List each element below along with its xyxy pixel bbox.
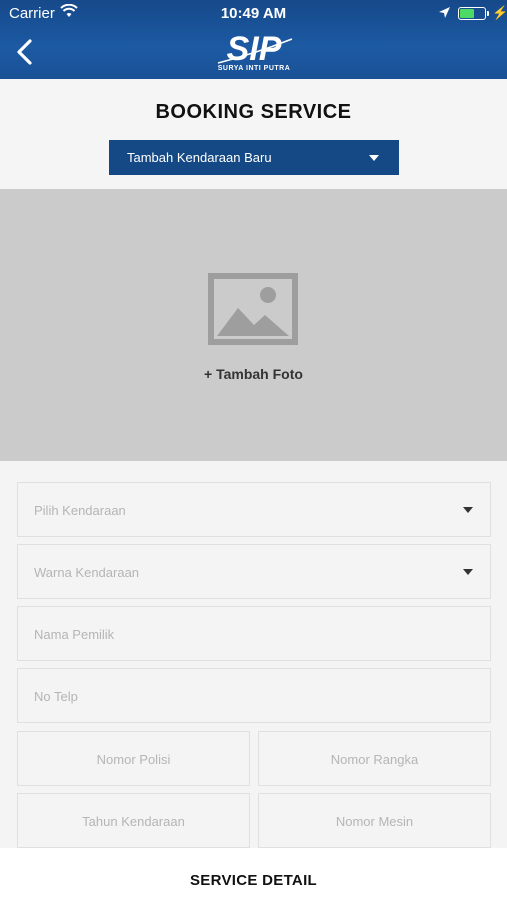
service-detail-bar[interactable]: SERVICE DETAIL <box>0 848 507 900</box>
service-detail-label: SERVICE DETAIL <box>190 872 317 889</box>
charging-icon: ⚡ <box>492 5 507 20</box>
vehicle-year-input[interactable]: Tahun Kendaraan <box>17 793 250 848</box>
back-button[interactable] <box>14 38 36 66</box>
owner-name-input[interactable]: Nama Pemilik <box>17 606 491 661</box>
page-title: BOOKING SERVICE <box>155 101 352 123</box>
battery-level <box>460 9 474 18</box>
clock: 10:49 AM <box>220 5 287 22</box>
license-plate-input[interactable]: Nomor Polisi <box>17 731 250 786</box>
sip-logo-letters: SIP <box>227 30 282 66</box>
vehicle-color-select[interactable]: Warna Kendaraan <box>17 544 491 599</box>
sip-logo: SIP SURYA INTI PUTRA <box>212 30 296 76</box>
vehicle-select[interactable]: Pilih Kendaraan <box>17 482 491 537</box>
owner-name-placeholder: Nama Pemilik <box>34 627 115 642</box>
logo-caption: SURYA INTI PUTRA <box>217 65 291 72</box>
vehicle-select-placeholder: Pilih Kendaraan <box>34 503 126 518</box>
caret-down-icon <box>463 507 473 513</box>
caret-down-icon <box>463 569 473 575</box>
license-plate-placeholder: Nomor Polisi <box>96 752 171 767</box>
vehicle-year-placeholder: Tahun Kendaraan <box>82 814 185 829</box>
image-placeholder-icon <box>208 273 298 345</box>
battery-icon <box>458 7 489 20</box>
add-photo-button[interactable]: + Tambah Foto <box>0 366 507 382</box>
status-bar: Carrier 10:49 AM ⚡ <box>0 0 507 28</box>
vehicle-type-value: Tambah Kendaraan Baru <box>127 150 272 165</box>
sip-logo-mark: SIP <box>217 30 293 68</box>
vehicle-type-dropdown[interactable]: Tambah Kendaraan Baru <box>109 140 399 175</box>
chevron-left-icon <box>17 39 32 65</box>
engine-number-placeholder: Nomor Mesin <box>335 814 414 829</box>
chassis-number-input[interactable]: Nomor Rangka <box>258 731 491 786</box>
phone-input[interactable]: No Telp <box>17 668 491 723</box>
app-header: Carrier 10:49 AM ⚡ SIP SURYA INTI PUTRA <box>0 0 507 79</box>
caret-down-icon <box>369 155 379 161</box>
chassis-number-placeholder: Nomor Rangka <box>330 752 419 767</box>
photo-upload-area[interactable]: + Tambah Foto <box>0 189 507 461</box>
phone-placeholder: No Telp <box>34 689 78 704</box>
engine-number-input[interactable]: Nomor Mesin <box>258 793 491 848</box>
vehicle-color-placeholder: Warna Kendaraan <box>34 565 140 580</box>
location-arrow-icon <box>438 6 451 23</box>
